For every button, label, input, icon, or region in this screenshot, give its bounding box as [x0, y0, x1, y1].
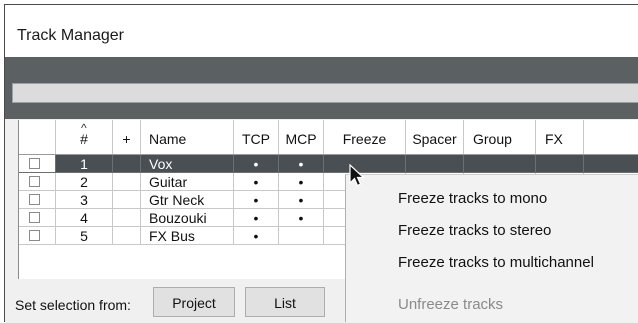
sort-ascending-icon: ^	[81, 121, 87, 135]
cell-chk[interactable]	[19, 227, 56, 245]
menu-item-freeze-multichannel[interactable]: Freeze tracks to multichannel	[398, 254, 594, 271]
cell-chk[interactable]	[19, 191, 56, 209]
grid-spacer	[5, 111, 638, 119]
header-select[interactable]	[19, 120, 56, 154]
cell-extra[interactable]	[584, 155, 638, 173]
cell-plus[interactable]	[113, 173, 141, 191]
menu-item-unfreeze: Unfreeze tracks	[398, 296, 504, 313]
cell-tcp[interactable]: •	[234, 227, 279, 245]
cell-tcp[interactable]: •	[234, 173, 279, 191]
track-name: Vox	[149, 156, 173, 172]
track-tcp: •	[253, 228, 259, 244]
header-extra	[584, 120, 638, 154]
header-freeze-label: Freeze	[342, 131, 387, 147]
track-mcp: •	[298, 210, 304, 226]
track-checkbox[interactable]	[29, 194, 40, 205]
header-fx-label: FX	[545, 131, 563, 147]
cell-tcp[interactable]: •	[234, 155, 279, 173]
track-mcp: •	[298, 192, 304, 208]
track-name: Gtr Neck	[149, 192, 205, 208]
cell-num[interactable]: 4	[56, 209, 113, 227]
cell-group[interactable]	[464, 155, 536, 173]
track-mcp: •	[298, 156, 304, 172]
header-tcp[interactable]: TCP	[234, 120, 279, 154]
cell-num[interactable]: 2	[56, 173, 113, 191]
track-row[interactable]: 1 Vox • •	[19, 155, 638, 173]
track-checkbox[interactable]	[29, 212, 40, 223]
cell-mcp[interactable]: •	[279, 191, 324, 209]
window-title: Track Manager	[17, 27, 124, 44]
track-name: FX Bus	[149, 228, 195, 244]
list-button[interactable]: List	[245, 287, 325, 317]
cell-name[interactable]: Bouzouki	[141, 209, 234, 227]
track-checkbox[interactable]	[29, 176, 40, 187]
header-tcp-label: TCP	[242, 131, 270, 147]
track-num: 5	[80, 228, 88, 244]
cell-chk[interactable]	[19, 173, 56, 191]
cell-mcp[interactable]: •	[279, 155, 324, 173]
track-num: 3	[80, 192, 88, 208]
cell-spacer[interactable]	[406, 155, 464, 173]
freeze-context-menu: Freeze tracks to mono Freeze tracks to s…	[345, 174, 638, 322]
cell-chk[interactable]	[19, 155, 56, 173]
toolbar-band	[5, 57, 638, 77]
cell-tcp[interactable]: •	[234, 209, 279, 227]
table-header: ^ # + Name TCP MCP Freeze Spacer Group F…	[19, 120, 638, 155]
cell-mcp[interactable]	[279, 227, 324, 245]
track-tcp: •	[253, 210, 259, 226]
cell-fx[interactable]	[536, 155, 584, 173]
track-name: Guitar	[149, 174, 188, 190]
cell-name[interactable]: Vox	[141, 155, 234, 173]
header-group[interactable]: Group	[464, 120, 536, 154]
track-num: 2	[80, 174, 88, 190]
project-button[interactable]: Project	[153, 287, 235, 317]
cell-plus[interactable]	[113, 191, 141, 209]
title-bar[interactable]: Track Manager	[5, 5, 638, 57]
header-spacer[interactable]: Spacer	[406, 120, 464, 154]
header-mcp[interactable]: MCP	[279, 120, 324, 154]
cell-mcp[interactable]: •	[279, 173, 324, 191]
menu-item-freeze-mono[interactable]: Freeze tracks to mono	[398, 190, 547, 207]
mouse-cursor-icon	[349, 164, 366, 187]
track-num: 1	[80, 156, 88, 172]
cell-name[interactable]: Gtr Neck	[141, 191, 234, 209]
cell-name[interactable]: FX Bus	[141, 227, 234, 245]
cell-num[interactable]: 3	[56, 191, 113, 209]
cell-tcp[interactable]: •	[234, 191, 279, 209]
header-plus-label: +	[122, 131, 131, 147]
header-mcp-label: MCP	[285, 131, 317, 147]
track-tcp: •	[253, 156, 259, 172]
filter-input[interactable]	[12, 83, 638, 103]
header-group-label: Group	[473, 131, 512, 147]
header-plus[interactable]: +	[113, 120, 141, 154]
header-num[interactable]: ^ #	[56, 120, 113, 154]
track-checkbox[interactable]	[29, 158, 40, 169]
header-fx[interactable]: FX	[536, 120, 584, 154]
track-tcp: •	[253, 174, 259, 190]
cell-plus[interactable]	[113, 209, 141, 227]
cell-plus[interactable]	[113, 155, 141, 173]
cell-chk[interactable]	[19, 209, 56, 227]
track-mcp: •	[298, 174, 304, 190]
set-selection-label: Set selection from:	[15, 297, 131, 313]
header-name[interactable]: Name	[141, 120, 234, 154]
cell-mcp[interactable]: •	[279, 209, 324, 227]
cell-name[interactable]: Guitar	[141, 173, 234, 191]
track-name: Bouzouki	[149, 210, 207, 226]
header-spacer-label: Spacer	[412, 131, 457, 147]
header-freeze[interactable]: Freeze	[324, 120, 406, 154]
menu-item-freeze-stereo[interactable]: Freeze tracks to stereo	[398, 222, 551, 239]
cell-plus[interactable]	[113, 227, 141, 245]
header-name-label: Name	[149, 131, 187, 147]
track-tcp: •	[253, 192, 259, 208]
cell-num[interactable]: 1	[56, 155, 113, 173]
track-checkbox[interactable]	[29, 230, 40, 241]
filter-bar	[5, 77, 638, 111]
track-num: 4	[80, 210, 88, 226]
cell-num[interactable]: 5	[56, 227, 113, 245]
